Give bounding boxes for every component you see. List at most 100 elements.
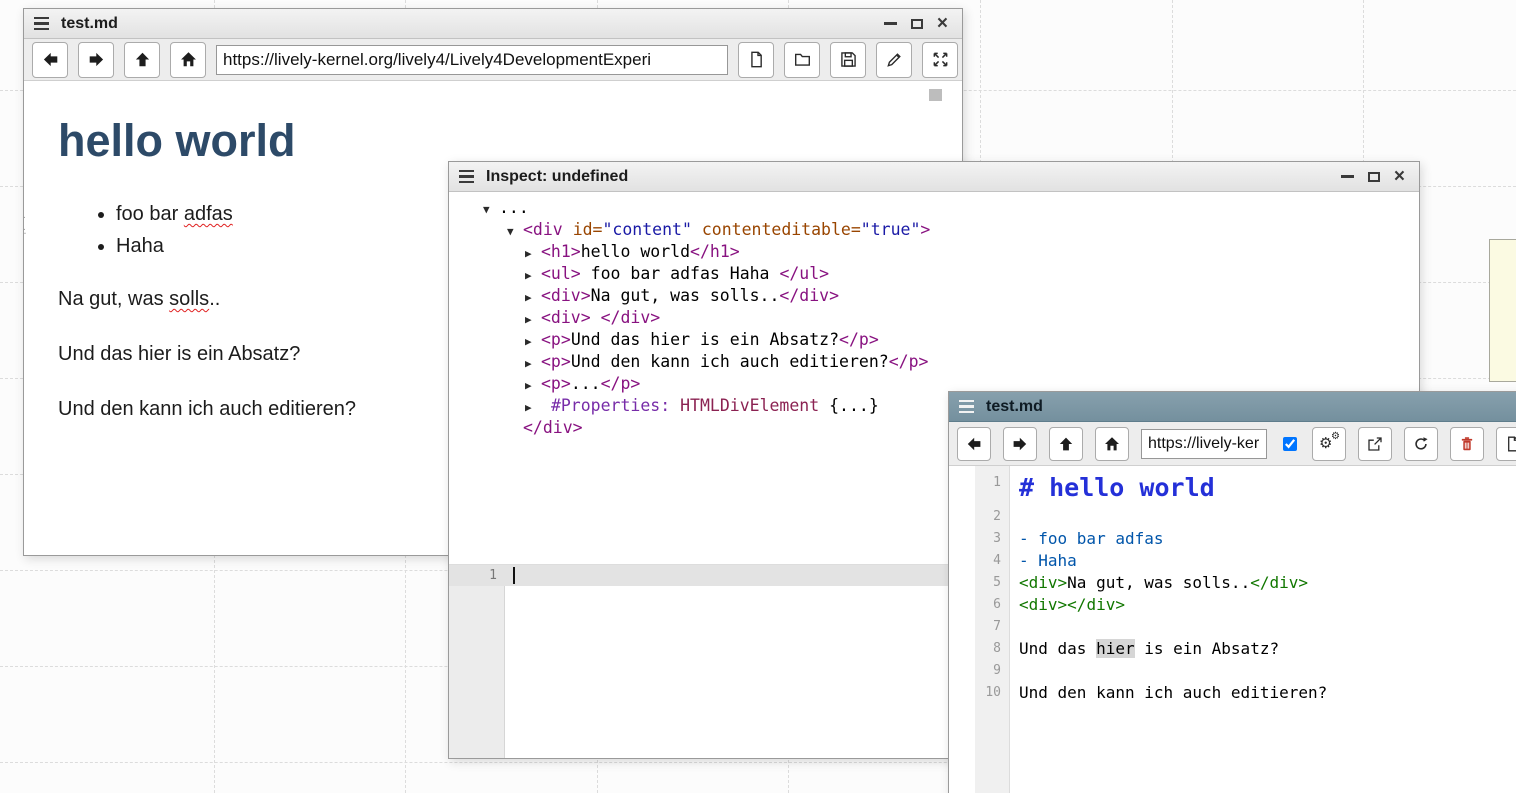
expand-button[interactable] [922,42,958,78]
open-folder-button[interactable] [784,42,820,78]
text-segment: adfas [184,203,233,225]
url-input[interactable] [216,45,728,75]
tree-node[interactable]: ▶<p>Und den kann ich auch editieren?</p> [449,351,1419,373]
code-line[interactable]: 7 [949,616,1516,638]
url-input[interactable] [1141,429,1267,459]
tree-node[interactable]: ▶<div>Na gut, was solls..</div> [449,285,1419,307]
code-line[interactable]: 10Und den kann ich auch editieren? [949,682,1516,704]
line-number: 8 [949,638,1009,660]
code-line[interactable]: 2 [949,506,1516,528]
code-line[interactable]: 4- Haha [949,550,1516,572]
expand-icon [932,51,949,68]
edit-button[interactable] [876,42,912,78]
text-segment [541,396,551,415]
window-title: test.md [986,398,1043,416]
text-segment: <p> [541,352,571,371]
new-file-button[interactable] [1496,427,1516,461]
close-button[interactable]: × [937,17,948,31]
preview-titlebar[interactable]: test.md × [24,9,962,39]
hamburger-menu-icon[interactable] [34,17,49,31]
code-line[interactable]: 1# hello world [949,472,1516,506]
tree-node[interactable]: ▶<div> </div> [449,307,1419,329]
up-button[interactable] [1049,427,1083,461]
scrollbar-thumb[interactable] [929,89,942,101]
text-segment: "true" [861,220,921,239]
up-icon [1058,436,1074,452]
open-external-button[interactable] [1358,427,1392,461]
line-number: 5 [949,572,1009,594]
settings-button[interactable]: ⚙ ⚙ [1312,427,1346,461]
markdown-source-editor[interactable]: 1# hello world23- foo bar adfas4- Haha5<… [949,466,1516,793]
close-button[interactable]: × [1394,170,1405,184]
tree-node[interactable]: ▼... [449,197,1419,219]
back-button[interactable] [32,42,68,78]
code-line[interactable]: 6<div></div> [949,594,1516,616]
text-segment: {...} [819,396,879,415]
back-button[interactable] [957,427,991,461]
text-segment: HTMLDivElement [680,396,819,415]
code-line[interactable]: 9 [949,660,1516,682]
delete-button[interactable] [1450,427,1484,461]
text-segment [591,308,601,327]
text-segment: ... [499,198,529,217]
window-title: test.md [61,15,118,33]
expand-arrow-icon[interactable]: ▶ [525,287,541,309]
maximize-button[interactable] [911,19,923,29]
forward-button[interactable] [78,42,114,78]
auto-save-checkbox[interactable] [1283,437,1297,451]
minimize-button[interactable] [884,22,897,25]
forward-button[interactable] [1003,427,1037,461]
minimize-button[interactable] [1341,175,1354,178]
editor-titlebar[interactable]: test.md [949,392,1516,422]
line-number: 10 [949,682,1009,704]
text-segment: is ein Absatz? [1135,639,1280,658]
text-segment: Na gut, was solls.. [591,286,780,305]
text-segment: id= [573,220,603,239]
code-line[interactable]: 3- foo bar adfas [949,528,1516,550]
window-title: Inspect: undefined [486,168,628,186]
back-icon [966,436,982,452]
text-segment: Na gut, was [58,288,169,310]
refresh-icon [1413,436,1429,452]
window-controls: × [1341,170,1411,184]
collapse-arrow-icon[interactable]: ▼ [483,199,499,221]
line-number: 3 [949,528,1009,550]
text-segment: > [920,220,930,239]
text-segment: <p> [541,330,571,349]
background-window-fragment[interactable] [1489,239,1516,382]
new-file-button[interactable] [738,42,774,78]
text-segment: Und den kann ich auch editieren? [571,352,889,371]
code-line[interactable]: 8Und das hier is ein Absatz? [949,638,1516,660]
expand-arrow-icon[interactable]: ▶ [525,265,541,287]
hamburger-menu-icon[interactable] [459,170,474,184]
tree-node[interactable]: ▶<h1>hello world</h1> [449,241,1419,263]
text-segment: contenteditable= [702,220,861,239]
code-line[interactable]: 5<div>Na gut, was solls..</div> [949,572,1516,594]
home-button[interactable] [1095,427,1129,461]
forward-icon [1012,436,1028,452]
tree-node[interactable]: ▶<p>Und das hier is ein Absatz?</p> [449,329,1419,351]
expand-arrow-icon[interactable]: ▶ [525,309,541,331]
expand-arrow-icon[interactable]: ▶ [525,243,541,265]
expand-arrow-icon[interactable]: ▶ [525,353,541,375]
refresh-button[interactable] [1404,427,1438,461]
preview-toolbar [24,39,962,81]
text-segment: <p> [541,374,571,393]
tree-node[interactable]: ▶<ul> foo bar adfas Haha </ul> [449,263,1419,285]
up-button[interactable] [124,42,160,78]
hamburger-menu-icon[interactable] [959,400,974,414]
text-segment: Und das hier is ein Absatz? [571,330,839,349]
expand-arrow-icon[interactable]: ▶ [525,397,541,419]
expand-arrow-icon[interactable]: ▶ [525,375,541,397]
tree-node[interactable]: ▼<div id="content" contenteditable="true… [449,219,1419,241]
text-segment: #Properties: [551,396,670,415]
inspector-titlebar[interactable]: Inspect: undefined × [449,162,1419,192]
text-segment: <h1> [541,242,581,261]
collapse-arrow-icon[interactable]: ▼ [507,221,523,243]
preview-heading: hello world [58,115,962,167]
save-button[interactable] [830,42,866,78]
expand-arrow-icon[interactable]: ▶ [525,331,541,353]
home-button[interactable] [170,42,206,78]
new-file-icon [748,51,765,68]
maximize-button[interactable] [1368,172,1380,182]
